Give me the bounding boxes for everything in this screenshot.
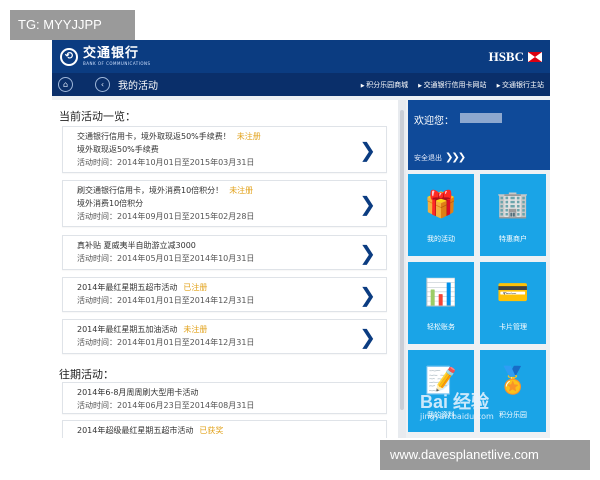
building-icon: 🏢 bbox=[496, 190, 530, 220]
activity-time: 活动时间：2014年05月01日至2014年10月31日 bbox=[77, 254, 255, 263]
page-title: 我的活动 bbox=[118, 81, 158, 92]
status-badge: 已获奖 bbox=[199, 426, 224, 435]
nav-bar: ⌂ ‹ 我的活动 积分乐园商城 交通银行信用卡网站 交通银行主站 bbox=[52, 73, 550, 96]
tile-label: 卡片管理 bbox=[499, 323, 527, 331]
activity-time: 活动时间：2014年06月23日至2014年08月31日 bbox=[77, 401, 255, 410]
nav-links: 积分乐园商城 交通银行信用卡网站 交通银行主站 bbox=[361, 80, 544, 90]
activity-subtitle: 境外取现返50%手续费 bbox=[77, 145, 159, 154]
activity-title: 2014年最红星期五超市活动 bbox=[77, 283, 178, 292]
partner-brand: HSBC bbox=[489, 49, 542, 65]
activity-title: 真补贴 夏威夷半自助游立减3000 bbox=[77, 241, 196, 250]
activity-list-panel: 当前活动一览： 交通银行信用卡，境外取现返50%手续费！ 未注册 境外取现返50%… bbox=[52, 100, 398, 438]
tile-label: 我的活动 bbox=[427, 235, 455, 243]
activity-time: 活动时间：2014年09月01日至2015年02月28日 bbox=[77, 212, 255, 221]
nav-link-credit-site[interactable]: 交通银行信用卡网站 bbox=[418, 80, 487, 90]
chevron-right-icon: ❯ bbox=[359, 324, 376, 349]
tile-my-activities[interactable]: 🎁 我的活动 bbox=[408, 174, 474, 256]
bar-chart-icon: 📊 bbox=[424, 278, 458, 308]
activity-title: 交通银行信用卡，境外取现返50%手续费！ bbox=[77, 132, 231, 141]
status-badge: 已注册 bbox=[183, 283, 208, 292]
activity-time: 活动时间：2014年10月01日至2015年03月31日 bbox=[77, 158, 255, 167]
baidu-watermark: Bai 经验 jingyan.baidu.com bbox=[420, 388, 494, 421]
welcome-label: 欢迎您： bbox=[414, 116, 454, 127]
masked-username bbox=[460, 113, 502, 123]
back-button[interactable]: ‹ bbox=[95, 77, 110, 92]
bank-brand: ⟲ 交通银行 BANK OF COMMUNICATIONS bbox=[60, 47, 151, 66]
activity-card[interactable]: 2014年最红星期五加油活动 未注册 活动时间：2014年01月01日至2014年… bbox=[62, 319, 387, 354]
tile-card-management[interactable]: 💳 卡片管理 bbox=[480, 262, 546, 344]
activity-title: 刷交通银行信用卡，境外消费10倍积分！ bbox=[77, 186, 224, 195]
home-icon: ⌂ bbox=[62, 80, 69, 89]
gift-icon: 🎁 bbox=[424, 190, 458, 220]
welcome-panel: 欢迎您： 安全退出 ❯❯❯ bbox=[408, 100, 550, 170]
activity-title: 2014年超级最红星期五超市活动 bbox=[77, 426, 194, 435]
status-badge: 未注册 bbox=[229, 186, 254, 195]
partner-name: HSBC bbox=[488, 48, 524, 64]
activity-time: 活动时间：2014年01月01日至2014年12月31日 bbox=[77, 338, 255, 347]
past-activities-heading: 往期活动： bbox=[59, 368, 114, 381]
past-activity-card[interactable]: 2014年超级最红星期五超市活动 已获奖 bbox=[62, 420, 387, 438]
brand-name-cn: 交通银行 bbox=[83, 46, 140, 61]
list-scrollbar[interactable] bbox=[398, 100, 406, 438]
tile-merchants[interactable]: 🏢 特惠商户 bbox=[480, 174, 546, 256]
home-button[interactable]: ⌂ bbox=[58, 77, 73, 92]
activity-card[interactable]: 真补贴 夏威夷半自助游立减3000 活动时间：2014年05月01日至2014年… bbox=[62, 235, 387, 270]
nav-link-points-mall[interactable]: 积分乐园商城 bbox=[361, 80, 408, 90]
activity-title: 2014年最红星期五加油活动 bbox=[77, 325, 178, 334]
activity-card[interactable]: 2014年最红星期五超市活动 已注册 活动时间：2014年01月01日至2014年… bbox=[62, 277, 387, 312]
logout-link[interactable]: 安全退出 ❯❯❯ bbox=[414, 152, 466, 163]
brand-name-en: BANK OF COMMUNICATIONS bbox=[83, 61, 151, 66]
app-header: ⟲ 交通银行 BANK OF COMMUNICATIONS HSBC bbox=[52, 40, 550, 73]
chevron-left-icon: ‹ bbox=[100, 80, 105, 89]
activity-card[interactable]: 刷交通银行信用卡，境外消费10倍积分！ 未注册 境外消费10倍积分 活动时间：20… bbox=[62, 180, 387, 227]
status-badge: 未注册 bbox=[236, 132, 261, 141]
tile-billing[interactable]: 📊 轻松账务 bbox=[408, 262, 474, 344]
chevron-right-icon: ❯ bbox=[359, 191, 376, 216]
baidu-logo: Bai 经验 bbox=[420, 392, 490, 412]
status-badge: 未注册 bbox=[183, 325, 208, 334]
hsbc-hexagon-icon bbox=[528, 51, 542, 62]
watermark-tag: TG: MYYJJPP bbox=[10, 10, 135, 40]
bank-app-window: ⟲ 交通银行 BANK OF COMMUNICATIONS HSBC ⌂ ‹ 我… bbox=[52, 40, 550, 438]
chevron-right-icon: ❯ bbox=[359, 137, 376, 162]
nav-link-main-site[interactable]: 交通银行主站 bbox=[497, 80, 544, 90]
activity-card[interactable]: 交通银行信用卡，境外取现返50%手续费！ 未注册 境外取现返50%手续费 活动时间… bbox=[62, 126, 387, 173]
tile-label: 轻松账务 bbox=[427, 323, 455, 331]
chevron-right-icon: ❯ bbox=[359, 282, 376, 307]
current-activities-heading: 当前活动一览： bbox=[59, 110, 136, 123]
double-chevron-icon: ❯❯❯ bbox=[445, 152, 466, 163]
activity-title: 2014年6-8月周周刷大型用卡活动 bbox=[77, 388, 199, 397]
activity-subtitle: 境外消费10倍积分 bbox=[77, 199, 144, 208]
tile-label: 特惠商户 bbox=[499, 235, 527, 243]
baidu-url: jingyan.baidu.com bbox=[420, 412, 494, 421]
screenshot-stage: TG: MYYJJPP ⟲ 交通银行 BANK OF COMMUNICATION… bbox=[0, 0, 600, 480]
chevron-right-icon: ❯ bbox=[359, 240, 376, 265]
activity-time: 活动时间：2014年01月01日至2014年12月31日 bbox=[77, 296, 255, 305]
watermark-site: www.davesplanetlive.com bbox=[380, 440, 590, 470]
scroll-thumb[interactable] bbox=[400, 110, 404, 410]
cards-icon: 💳 bbox=[496, 278, 530, 308]
past-activity-card[interactable]: 2014年6-8月周周刷大型用卡活动 活动时间：2014年06月23日至2014… bbox=[62, 382, 387, 414]
bank-logo-icon: ⟲ bbox=[60, 47, 78, 66]
